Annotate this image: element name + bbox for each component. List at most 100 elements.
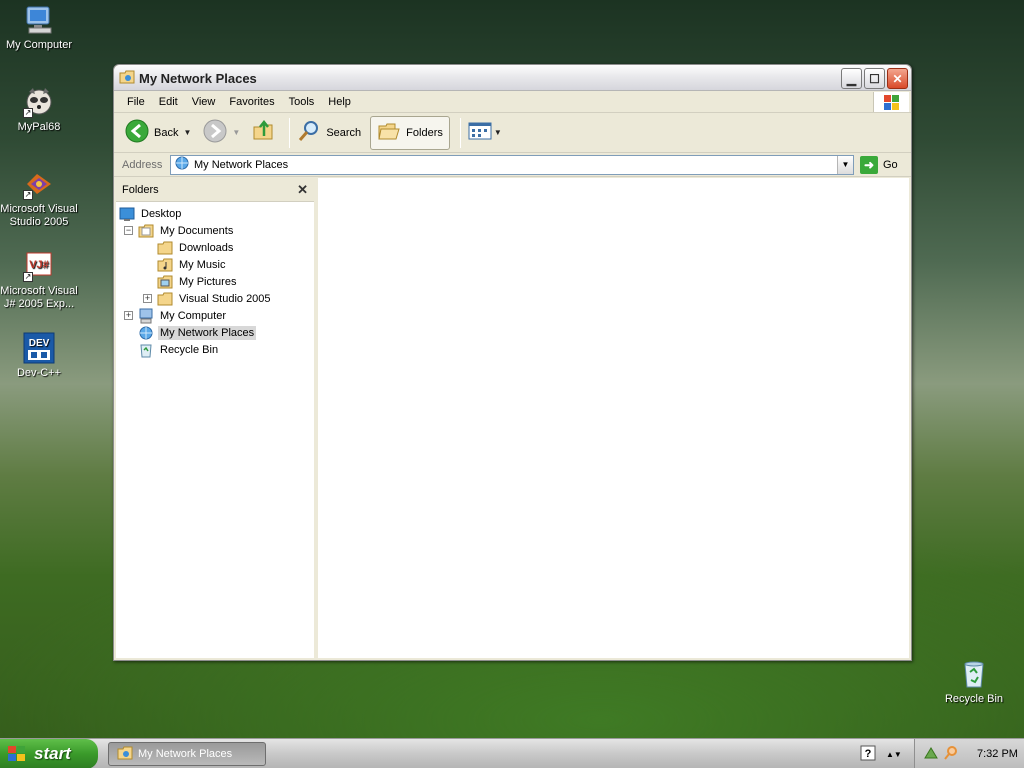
search-label: Search: [326, 126, 362, 139]
search-tray-icon[interactable]: [943, 745, 959, 764]
tree-item-my-network-places[interactable]: My Network Places: [116, 324, 314, 341]
tree-item-downloads[interactable]: Downloads: [116, 239, 314, 256]
views-button[interactable]: ▼: [465, 116, 505, 150]
title-bar[interactable]: My Network Places ▁ ☐ ✕: [114, 65, 911, 91]
start-label: start: [34, 744, 71, 763]
dropdown-arrow-icon[interactable]: ▼: [232, 128, 240, 137]
windows-flag-icon: [6, 745, 28, 763]
toolbar-separator: [289, 117, 291, 148]
taskbar-window-label: My Network Places: [138, 748, 233, 760]
folder-icon: [157, 291, 173, 307]
explorer-window[interactable]: My Network Places ▁ ☐ ✕ File Edit View F…: [113, 64, 912, 661]
search-icon: [297, 119, 321, 146]
menu-edit[interactable]: Edit: [152, 94, 185, 110]
address-input[interactable]: My Network Places ▼: [170, 154, 854, 175]
taskbar-window-button[interactable]: My Network Places: [108, 742, 266, 766]
close-icon: ✕: [892, 71, 903, 86]
desktop-icon-visual-jsharp[interactable]: VJ# ↗ Microsoft Visual J# 2005 Exp...: [0, 250, 80, 311]
folders-label: Folders: [406, 126, 443, 139]
shortcut-arrow-icon: ↗: [23, 272, 33, 282]
menu-view[interactable]: View: [185, 94, 223, 110]
tray-extra: ? ▲▼: [860, 744, 902, 765]
network-tray-icon[interactable]: [923, 745, 939, 764]
desktop-icon-label: My Computer: [5, 39, 73, 51]
network-globe-icon: [174, 155, 190, 174]
collapse-icon[interactable]: −: [124, 226, 133, 235]
close-button[interactable]: ✕: [887, 68, 908, 89]
folders-pane-title: Folders: [122, 183, 159, 196]
dropdown-arrow-icon[interactable]: ▼: [494, 128, 502, 137]
network-folder-icon: [119, 70, 135, 84]
up-folder-icon: [252, 119, 276, 146]
desktop-icon-label: Microsoft Visual Studio 2005: [0, 203, 78, 228]
tree-item-recycle-bin[interactable]: Recycle Bin: [116, 341, 314, 358]
folders-pane-close-icon[interactable]: ✕: [297, 182, 308, 198]
tree-item-visual-studio-2005[interactable]: + Visual Studio 2005: [116, 290, 314, 307]
forward-arrow-icon: [203, 119, 227, 146]
start-button[interactable]: start: [0, 739, 98, 768]
jsharp-icon: VJ# ↗: [23, 250, 55, 282]
menu-tools[interactable]: Tools: [282, 94, 322, 110]
tree-item-my-pictures[interactable]: My Pictures: [116, 273, 314, 290]
recycle-bin-icon: [958, 658, 990, 690]
window-title: My Network Places: [139, 71, 257, 86]
content-pane[interactable]: [318, 178, 909, 658]
system-tray: 7:32 PM: [914, 739, 1024, 768]
desktop-icon-visual-studio[interactable]: ↗ Microsoft Visual Studio 2005: [0, 168, 80, 229]
tree-item-my-computer[interactable]: + My Computer: [116, 307, 314, 324]
svg-text:?: ?: [865, 748, 872, 760]
maximize-button[interactable]: ☐: [864, 68, 885, 89]
go-arrow-icon: ➜: [860, 155, 878, 174]
help-icon[interactable]: ?: [860, 744, 876, 765]
menu-help[interactable]: Help: [321, 94, 358, 110]
up-folder-button[interactable]: [249, 116, 279, 150]
toolbar-separator: [459, 117, 461, 148]
folders-button[interactable]: Folders: [370, 115, 450, 150]
go-label: Go: [883, 158, 898, 171]
desktop-icon-recycle-bin[interactable]: Recycle Bin: [933, 658, 1015, 706]
search-button[interactable]: Search: [294, 116, 364, 150]
menu-file[interactable]: File: [120, 94, 152, 110]
explorer-body: Folders ✕ Desktop − My Documents Downloa…: [116, 178, 909, 658]
clock[interactable]: 7:32 PM: [977, 748, 1018, 760]
desktop-icon-label: Recycle Bin: [944, 693, 1004, 705]
computer-icon: [138, 308, 154, 324]
documents-folder-icon: [138, 223, 154, 239]
desktop-icon-mypal[interactable]: ↗ MyPal68: [0, 86, 80, 134]
address-bar: Address My Network Places ▼ ➜ Go: [114, 153, 911, 177]
windows-flag-icon: [873, 92, 909, 112]
music-folder-icon: [157, 257, 173, 273]
back-label: Back: [154, 126, 179, 139]
menu-bar: File Edit View Favorites Tools Help: [114, 91, 911, 113]
chevron-icon[interactable]: ▲▼: [886, 750, 902, 759]
go-button[interactable]: ➜ Go: [860, 155, 898, 174]
desktop-icon-my-computer[interactable]: My Computer: [0, 4, 80, 52]
desktop-icon: [119, 206, 135, 222]
visual-studio-icon: ↗: [23, 168, 55, 200]
desktop-icon-devcpp[interactable]: DEV Dev-C++: [0, 332, 80, 380]
folders-pane[interactable]: Folders ✕ Desktop − My Documents Downloa…: [116, 178, 318, 658]
shortcut-arrow-icon: ↗: [23, 108, 33, 118]
desktop-icon-label: Dev-C++: [16, 367, 62, 379]
maximize-icon: ☐: [869, 71, 880, 86]
network-globe-icon: [138, 325, 154, 341]
minimize-icon: ▁: [846, 71, 857, 86]
tree-item-my-documents[interactable]: − My Documents: [116, 222, 314, 239]
recycle-bin-icon: [138, 342, 154, 358]
folders-pane-header: Folders ✕: [116, 178, 314, 202]
expand-icon[interactable]: +: [124, 311, 133, 320]
expand-icon[interactable]: +: [143, 294, 152, 303]
forward-button[interactable]: ▼: [200, 116, 243, 150]
dropdown-arrow-icon[interactable]: ▼: [183, 128, 191, 137]
address-value: My Network Places: [194, 158, 289, 171]
devcpp-icon: DEV: [23, 332, 55, 364]
toolbar: Back ▼ ▼ Search Folders ▼: [114, 113, 911, 153]
svg-text:DEV: DEV: [29, 338, 50, 349]
desktop-icon-label: MyPal68: [17, 121, 61, 133]
back-button[interactable]: Back ▼: [122, 116, 194, 150]
address-dropdown-icon[interactable]: ▼: [837, 155, 853, 174]
tree-item-my-music[interactable]: My Music: [116, 256, 314, 273]
menu-favorites[interactable]: Favorites: [222, 94, 281, 110]
minimize-button[interactable]: ▁: [841, 68, 862, 89]
tree-item-desktop[interactable]: Desktop: [116, 205, 314, 222]
